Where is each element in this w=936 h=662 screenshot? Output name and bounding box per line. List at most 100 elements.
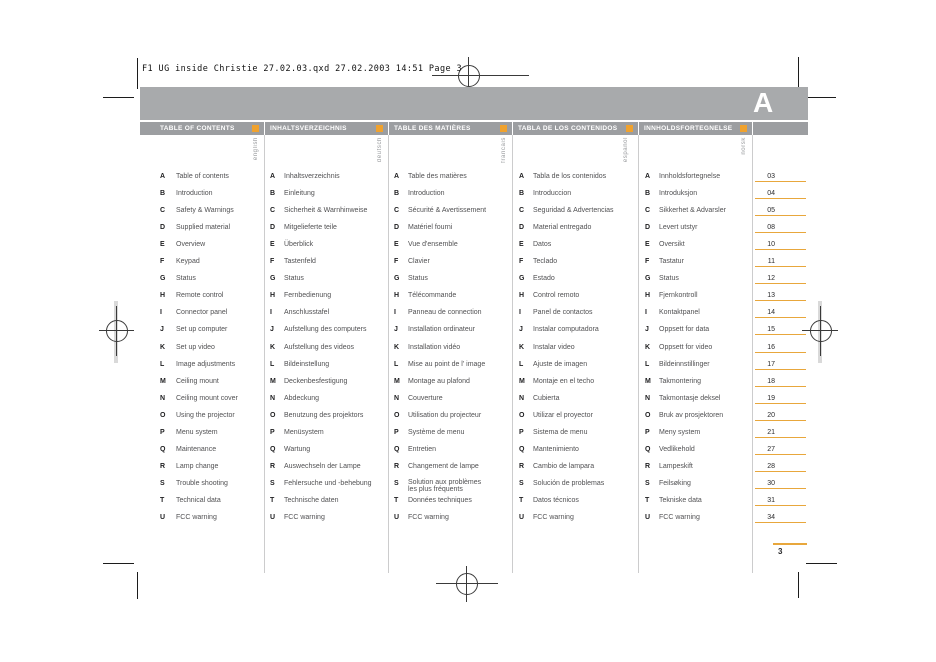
toc-entry-label: Table of contents <box>176 173 229 180</box>
page-number-column: 03 04 05 08 10 11 12 13 14 15 16 17 18 19 20 21 27 28 30 31… <box>752 172 808 532</box>
toc-row: P Menu system <box>140 428 264 445</box>
toc-entry-letter: N <box>270 394 276 402</box>
toc-entry-label: Cubierta <box>533 394 560 402</box>
page-number-value: 28 <box>767 462 775 470</box>
page-number-value: 08 <box>767 224 775 232</box>
toc-row: L Mise au point de l' image <box>389 360 513 377</box>
toc-row: P Système de menu <box>389 428 513 445</box>
page-number-underline <box>755 317 806 319</box>
toc-row: B Introduksjon <box>639 189 763 206</box>
page-number-underline <box>755 385 806 387</box>
header-title-espanol: TABLA DE LOS CONTENIDOS <box>518 125 618 132</box>
toc-entry-label: Benutzung des projektors <box>284 411 364 419</box>
toc-entry-label: Using the projector <box>176 411 235 419</box>
toc-entry-label: Levert utstyr <box>659 224 698 232</box>
toc-entry-letter: D <box>270 224 276 232</box>
toc-row: Q Wartung <box>265 445 389 462</box>
toc-row: S Fehlersuche und -behebung <box>265 479 389 496</box>
page-number-underline <box>755 181 806 182</box>
page-number-row: 20 <box>752 411 808 428</box>
footer-page-number: 3 <box>778 547 783 556</box>
toc-entry-label: Introduction <box>408 190 445 198</box>
page-number-underline <box>755 487 806 489</box>
page-number-row: 11 <box>752 257 808 274</box>
language-label-english: english <box>253 137 259 161</box>
page-number-underline <box>755 249 806 251</box>
toc-row: C Safety & Warnings <box>140 206 264 223</box>
toc-row: H Fjernkontroll <box>639 291 763 308</box>
toc-row: A Inhaltsverzeichnis <box>265 172 389 189</box>
page-number-row: 13 <box>752 291 808 308</box>
toc-entry-letter: S <box>645 479 650 487</box>
toc-row: E Überblick <box>265 240 389 257</box>
toc-row: H Control remoto <box>513 291 637 308</box>
toc-entry-letter: U <box>645 514 651 521</box>
toc-entry-label: Oversikt <box>659 241 685 249</box>
toc-entry-label: Utilizar el proyector <box>533 411 593 419</box>
toc-entry-letter: C <box>160 207 166 215</box>
toc-entry-letter: A <box>519 173 525 180</box>
toc-entry-label: Ceiling mount <box>176 377 219 385</box>
toc-entry-letter: B <box>270 190 276 198</box>
page-number-row: 05 <box>752 206 808 223</box>
toc-row: L Ajuste de imagen <box>513 360 637 377</box>
toc-entry-letter: T <box>160 496 165 504</box>
crop-mark-top-left-horizontal <box>103 97 134 98</box>
crop-mark-top-right-vertical <box>798 57 799 89</box>
page-number-row: 19 <box>752 394 808 411</box>
page-number-underline <box>755 215 806 217</box>
toc-entry-label: Material entregado <box>533 224 592 232</box>
toc-row: D Matériel fourni <box>389 223 513 240</box>
toc-entry-label: Sicherheit & Warnhinweise <box>284 207 368 215</box>
language-label-deutsch: deutsch <box>377 137 383 163</box>
toc-entry-label: Überblick <box>284 241 314 249</box>
toc-entry-letter: Q <box>519 445 525 453</box>
toc-entry-label: Données techniques <box>408 496 472 504</box>
toc-entry-label: Overview <box>176 241 206 249</box>
toc-entry-letter: S <box>519 479 524 487</box>
toc-entry-letter: P <box>519 428 524 436</box>
toc-entry-letter: B <box>160 190 166 198</box>
page-number-underline <box>755 334 806 336</box>
toc-row: C Sicherheit & Warnhinweise <box>265 206 389 223</box>
toc-entry-label: Innholdsfortegnelse <box>659 173 721 180</box>
toc-row: G Status <box>389 274 513 291</box>
toc-entry-label: Menu system <box>176 428 218 436</box>
toc-entry-label: Ajuste de imagen <box>533 360 588 368</box>
toc-entry-letter: I <box>160 309 162 317</box>
toc-entry-letter: B <box>519 190 525 198</box>
toc-row: G Status <box>140 274 264 291</box>
page-number-row: 30 <box>752 479 808 496</box>
toc-entry-label: Einleitung <box>284 190 315 198</box>
toc-row: U FCC warning <box>513 513 637 530</box>
toc-entry-label: Mitgelieferte teile <box>284 224 337 232</box>
toc-row: E Datos <box>513 240 637 257</box>
toc-row: I Kontaktpanel <box>639 308 763 325</box>
page-number-row: 03 <box>752 172 808 189</box>
toc-entry-letter: L <box>645 360 650 368</box>
toc-row: Q Maintenance <box>140 445 264 462</box>
header-cell-espanol: TABLA DE LOS CONTENIDOS <box>513 122 638 135</box>
registration-mark-left-circle <box>106 320 128 342</box>
page-number-row: 34 <box>752 513 808 530</box>
toc-entry-label: Seguridad & Advertencias <box>533 207 614 215</box>
toc-entry-letter: C <box>270 207 276 215</box>
toc-entry-label: Supplied material <box>176 224 231 232</box>
toc-entry-letter: T <box>270 496 275 504</box>
toc-entry-label: Status <box>176 275 196 283</box>
toc-entry-letter: C <box>519 207 525 215</box>
toc-row: I Panneau de connection <box>389 308 513 325</box>
toc-row: T Tekniske data <box>639 496 763 513</box>
page-number-value: 31 <box>767 496 775 504</box>
toc-row: A Innholdsfortegnelse <box>639 172 763 189</box>
toc-entry-label: Sistema de menu <box>533 428 588 436</box>
toc-row: S Solution aux problèmes les plus fréquen… <box>389 479 513 496</box>
page-number-row: 08 <box>752 223 808 240</box>
page-number-value: 19 <box>767 394 775 402</box>
page-number-row: 14 <box>752 308 808 325</box>
page-number-underline <box>755 522 806 523</box>
page-number-row: 27 <box>752 445 808 462</box>
toc-entry-letter: O <box>519 411 525 419</box>
header-cell-norsk: INNHOLDSFORTEGNELSE <box>639 122 752 135</box>
toc-entry-label: Instalar computadora <box>533 326 599 334</box>
